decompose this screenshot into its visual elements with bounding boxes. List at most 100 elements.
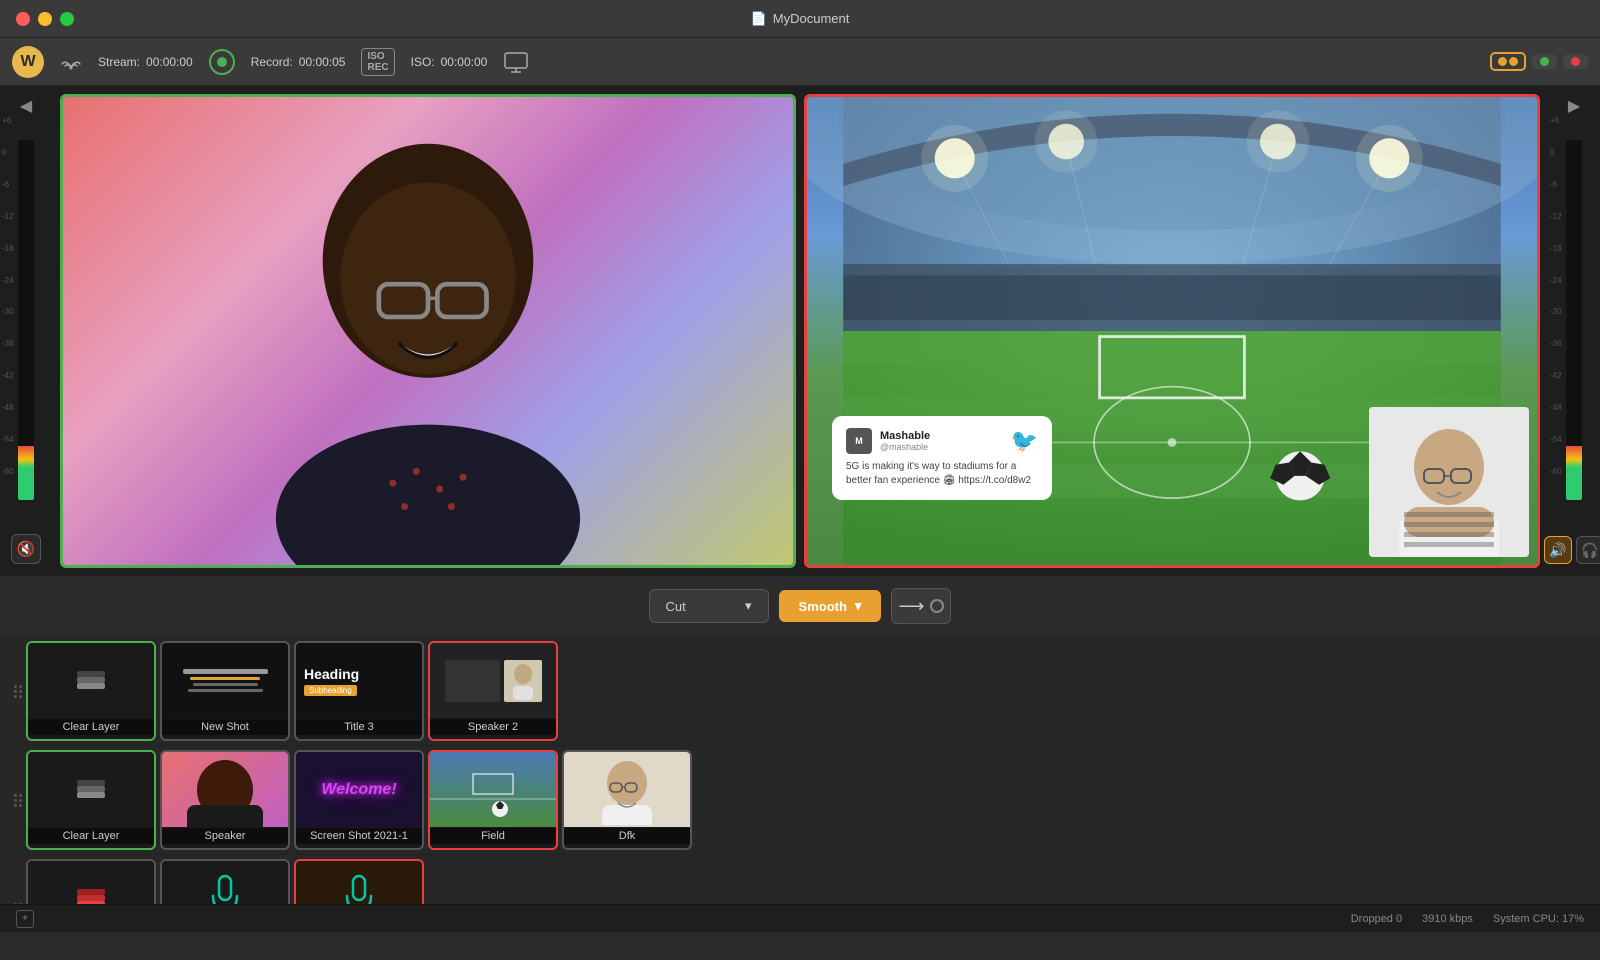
record-info: Record: 00:00:05 bbox=[251, 55, 346, 69]
layers-stack-icon bbox=[73, 663, 109, 699]
headphone-btn[interactable]: 🎧 bbox=[1576, 536, 1600, 564]
bitrate-value: 3910 kbps bbox=[1422, 913, 1473, 925]
cut-label: Cut bbox=[666, 599, 686, 614]
tweet-header: M Mashable @mashable 🐦 bbox=[846, 428, 1038, 454]
add-scene-btn[interactable]: + bbox=[16, 910, 34, 928]
toolbar-right-buttons bbox=[1490, 52, 1588, 71]
newshot-bar-1 bbox=[183, 669, 268, 674]
tweet-content: 5G is making it's way to stadiums for a … bbox=[846, 460, 1038, 488]
right-audio-buttons: 🔊 🎧 bbox=[1544, 536, 1600, 564]
newshot-bar-2 bbox=[190, 677, 260, 680]
left-vu-labels: +6 0 -6 -12 -18 -24 -30 -36 -42 -48 -54 … bbox=[2, 116, 14, 476]
scene-system-audio[interactable]: System Audio Capt. bbox=[160, 859, 290, 904]
iso-info: ISO: 00:00:00 bbox=[411, 55, 488, 69]
document-icon: 📄 bbox=[751, 11, 767, 27]
drag-dots-6 bbox=[14, 804, 22, 807]
field-thumb bbox=[430, 752, 556, 827]
scene-clear-layer-1[interactable]: Clear Layer bbox=[26, 641, 156, 741]
row-3-drag-handle[interactable] bbox=[10, 901, 26, 905]
newshot-bar-4 bbox=[188, 689, 263, 692]
smooth-button[interactable]: Smooth ▾ bbox=[779, 590, 882, 622]
builtin-mic-thumb bbox=[296, 861, 422, 904]
speaker-audio-btn[interactable]: 🔊 bbox=[1544, 536, 1572, 564]
twitter-bird-icon: 🐦 bbox=[1011, 428, 1038, 454]
transition-arrow-btn[interactable]: ⟶ bbox=[891, 588, 951, 624]
new-shot-label: New Shot bbox=[162, 719, 288, 735]
cut-select[interactable]: Cut ▾ bbox=[649, 589, 769, 623]
left-mute-btn[interactable]: 🔇 bbox=[11, 534, 41, 564]
layout-btn-1[interactable] bbox=[1490, 52, 1526, 71]
maximize-button[interactable] bbox=[60, 12, 74, 26]
wifi-icon bbox=[60, 53, 82, 71]
arrow-circle bbox=[930, 599, 944, 613]
program-preview-bg bbox=[63, 97, 793, 565]
scene-builtin-mic[interactable]: Built-in Microphone bbox=[294, 859, 424, 904]
clear-layer-2-thumb bbox=[28, 752, 154, 827]
row-1-drag-handle[interactable] bbox=[10, 683, 26, 700]
right-vu-track bbox=[1566, 140, 1582, 500]
minimize-button[interactable] bbox=[38, 12, 52, 26]
speaker-person-svg bbox=[162, 755, 288, 827]
status-bar-right: Dropped 0 3910 kbps System CPU: 17% bbox=[1351, 913, 1584, 925]
drag-dots-7 bbox=[14, 903, 22, 905]
preview-area: ◀ +6 0 -6 -12 -18 -24 -30 -36 -42 -48 -5… bbox=[0, 86, 1600, 576]
title-3-thumb: Heading Subheading bbox=[296, 643, 422, 718]
cpu-label: System CPU: bbox=[1493, 913, 1559, 925]
scene-field[interactable]: Field bbox=[428, 750, 558, 850]
scene-screenshot-2021[interactable]: Welcome! Screen Shot 2021-1 bbox=[294, 750, 424, 850]
scene-row-3: Clear Layer System Audio Capt. bbox=[0, 854, 1600, 904]
speaker-label: Speaker bbox=[162, 828, 288, 844]
smooth-caret: ▾ bbox=[855, 598, 862, 614]
cpu-info: System CPU: 17% bbox=[1493, 913, 1584, 925]
speaker-2-thumb bbox=[430, 643, 556, 718]
iso-label: ISO: bbox=[411, 55, 435, 69]
scene-clear-layer-3[interactable]: Clear Layer bbox=[26, 859, 156, 904]
layout-btn-2[interactable] bbox=[1532, 54, 1557, 69]
left-collapse-arrow[interactable]: ◀ bbox=[20, 96, 32, 116]
new-shot-thumb bbox=[162, 643, 288, 718]
right-vu-meter: ▶ +6 0 -6 -12 -18 -24 -30 -36 -42 -48 -5… bbox=[1548, 86, 1600, 576]
layout-btn-3[interactable] bbox=[1563, 54, 1588, 69]
scene-new-shot[interactable]: New Shot bbox=[160, 641, 290, 741]
transition-bar: Cut ▾ Smooth ▾ ⟶ bbox=[0, 576, 1600, 636]
clear-layer-1-label: Clear Layer bbox=[28, 719, 154, 735]
title-label: MyDocument bbox=[773, 11, 850, 26]
logo-button[interactable]: W bbox=[12, 46, 44, 78]
main-content: ◀ +6 0 -6 -12 -18 -24 -30 -36 -42 -48 -5… bbox=[0, 86, 1600, 932]
dropped-label: Dropped 0 bbox=[1351, 913, 1402, 925]
drag-dots-3 bbox=[14, 695, 22, 698]
cut-caret: ▾ bbox=[745, 598, 752, 614]
mashable-logo: M bbox=[846, 428, 872, 454]
layers-stack-icon-2 bbox=[73, 772, 109, 808]
arrow-icon: ⟶ bbox=[899, 596, 925, 617]
scene-speaker-2[interactable]: Speaker 2 bbox=[428, 641, 558, 741]
right-collapse-arrow[interactable]: ▶ bbox=[1568, 96, 1580, 116]
speaker-2-label: Speaker 2 bbox=[430, 719, 556, 735]
sp2-pip-view bbox=[504, 660, 542, 702]
preview-preview: M Mashable @mashable 🐦 5G is making it's… bbox=[804, 94, 1540, 568]
row-2-drag-handle[interactable] bbox=[10, 792, 26, 809]
scene-speaker[interactable]: Speaker bbox=[160, 750, 290, 850]
scene-dfk[interactable]: Dfk bbox=[562, 750, 692, 850]
dfk-person-svg bbox=[592, 755, 662, 825]
clear-layer-2-label: Clear Layer bbox=[28, 828, 154, 844]
dropped-value: 0 bbox=[1396, 913, 1402, 925]
close-button[interactable] bbox=[16, 12, 30, 26]
drag-dots-1 bbox=[14, 685, 22, 688]
heading-subtitle: Subheading bbox=[304, 685, 357, 696]
record-indicator[interactable] bbox=[209, 49, 235, 75]
wifi-icon-area bbox=[60, 53, 82, 71]
pip-person-svg bbox=[1369, 407, 1529, 557]
status-bar-left: + bbox=[16, 910, 34, 928]
scene-title-3[interactable]: Heading Subheading Title 3 bbox=[294, 641, 424, 741]
scene-clear-layer-2[interactable]: Clear Layer bbox=[26, 750, 156, 850]
field-label: Field bbox=[430, 828, 556, 844]
person-left-svg bbox=[63, 97, 793, 565]
window-title: 📄 MyDocument bbox=[751, 11, 850, 27]
program-preview bbox=[60, 94, 796, 568]
left-vu-meter: ◀ +6 0 -6 -12 -18 -24 -30 -36 -42 -48 -5… bbox=[0, 86, 52, 576]
display-icon-area bbox=[503, 51, 529, 73]
green-dot bbox=[1540, 57, 1549, 66]
speaker-thumb bbox=[162, 752, 288, 827]
status-bar: + Dropped 0 3910 kbps System CPU: 17% bbox=[0, 904, 1600, 932]
